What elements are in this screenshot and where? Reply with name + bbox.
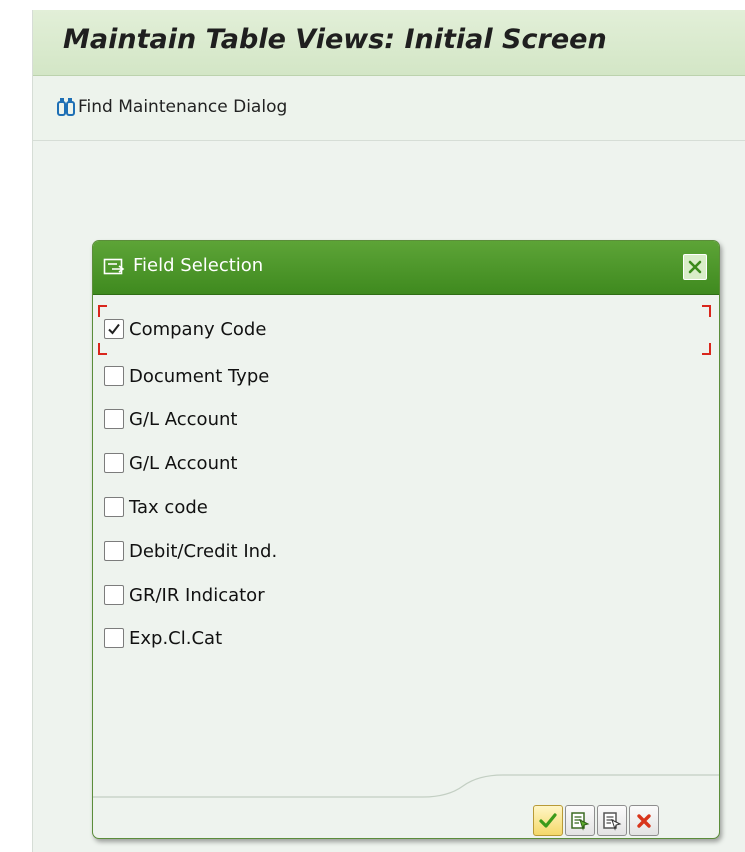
dialog-body: Company Code Document Type G/L Account G… xyxy=(93,295,719,765)
application-toolbar: Find Maintenance Dialog xyxy=(33,76,745,141)
focus-marker xyxy=(98,343,107,355)
checkmark-icon xyxy=(108,323,120,335)
deselect-all-button[interactable] xyxy=(597,805,627,836)
title-bar: Maintain Table Views: Initial Screen xyxy=(33,10,745,76)
close-icon xyxy=(688,260,702,274)
focus-marker xyxy=(702,305,711,317)
field-label: G/L Account xyxy=(129,452,238,474)
checkbox[interactable] xyxy=(104,541,124,561)
field-checkbox-tax-code[interactable]: Tax code xyxy=(104,494,208,520)
field-checkbox-debit-credit[interactable]: Debit/Credit Ind. xyxy=(104,538,277,564)
field-checkbox-exp-cl-cat[interactable]: Exp.Cl.Cat xyxy=(104,625,222,651)
field-label: Debit/Credit Ind. xyxy=(129,540,278,562)
continue-icon xyxy=(539,812,557,828)
focus-marker xyxy=(702,343,711,355)
page-title: Maintain Table Views: Initial Screen xyxy=(63,24,607,55)
field-label: Tax code xyxy=(129,496,208,518)
field-checkbox-gl-account-2[interactable]: G/L Account xyxy=(104,450,237,476)
field-label: Company Code xyxy=(129,318,267,340)
dialog-close-button[interactable] xyxy=(683,254,707,280)
checkbox[interactable] xyxy=(104,366,124,386)
field-selection-icon xyxy=(103,258,125,275)
checkbox[interactable] xyxy=(104,628,124,648)
field-checkbox-grir-indicator[interactable]: GR/IR Indicator xyxy=(104,582,265,608)
field-checkbox-company-code[interactable]: Company Code xyxy=(104,316,266,342)
select-all-button[interactable] xyxy=(565,805,595,836)
checkbox[interactable] xyxy=(104,497,124,517)
field-checkbox-document-type[interactable]: Document Type xyxy=(104,363,269,389)
footer-divider xyxy=(93,774,719,798)
dialog-title: Field Selection xyxy=(133,255,264,276)
field-label: Exp.Cl.Cat xyxy=(129,627,223,649)
continue-button[interactable] xyxy=(533,805,563,836)
checkbox[interactable] xyxy=(104,319,124,339)
select-all-icon xyxy=(571,811,590,831)
binoculars-icon xyxy=(57,98,75,116)
find-maintenance-dialog-label: Find Maintenance Dialog xyxy=(78,97,288,117)
checkbox[interactable] xyxy=(104,409,124,429)
field-label: Document Type xyxy=(129,365,270,387)
field-checkbox-gl-account[interactable]: G/L Account xyxy=(104,406,237,432)
field-label: GR/IR Indicator xyxy=(129,584,265,606)
checkbox[interactable] xyxy=(104,585,124,605)
find-maintenance-dialog-button[interactable]: Find Maintenance Dialog xyxy=(57,94,287,120)
cancel-button[interactable] xyxy=(629,805,659,836)
dialog-header: Field Selection xyxy=(93,241,719,295)
field-selection-dialog: Field Selection Company Code Document Ty… xyxy=(92,240,720,839)
cancel-icon xyxy=(637,813,651,828)
field-label: G/L Account xyxy=(129,408,238,430)
deselect-all-icon xyxy=(603,811,622,831)
dialog-footer xyxy=(93,764,719,838)
checkbox[interactable] xyxy=(104,453,124,473)
